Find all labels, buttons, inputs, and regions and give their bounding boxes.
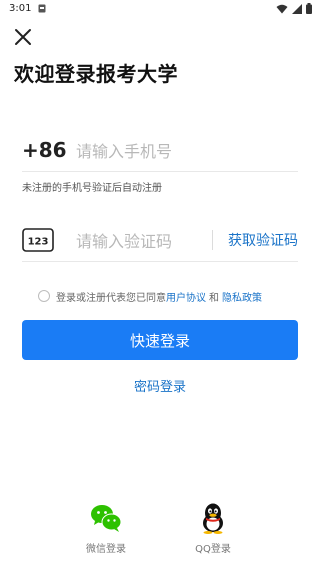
user-agreement-link[interactable]: 用户协议: [166, 289, 206, 304]
agreement-checkbox[interactable]: [38, 290, 50, 302]
notification-icon: [38, 4, 46, 13]
divider: [212, 230, 213, 250]
battery-icon: [306, 3, 312, 14]
agreement-text: 登录或注册代表您已同意: [56, 292, 166, 304]
status-bar: 3:01: [0, 0, 320, 18]
code-icon-text: 123: [28, 237, 49, 248]
phone-input[interactable]: [76, 136, 296, 166]
agreement-and-text: 和: [209, 292, 219, 304]
password-login-link[interactable]: 密码登录: [0, 376, 320, 395]
wifi-icon: [276, 4, 288, 13]
qq-login-button[interactable]: QQ登录: [178, 502, 248, 555]
code-row: 123 获取验证码: [22, 222, 298, 262]
qq-login-label: QQ登录: [195, 544, 231, 555]
agreement-row: 登录或注册代表您已同意 用户协议 和 隐私政策: [38, 288, 262, 304]
signal-icon: [292, 3, 302, 14]
status-time: 3:01: [9, 3, 32, 14]
qq-penguin-icon: [203, 503, 223, 534]
country-code[interactable]: +86: [22, 138, 67, 162]
123-keypad-icon: 123: [22, 228, 54, 252]
get-code-button[interactable]: 获取验证码: [228, 230, 298, 250]
close-icon[interactable]: [12, 26, 34, 48]
privacy-policy-link[interactable]: 隐私政策: [222, 289, 262, 304]
quick-login-button[interactable]: 快速登录: [22, 320, 298, 360]
page-title: 欢迎登录报考大学: [14, 62, 178, 86]
wechat-login-label: 微信登录: [86, 544, 126, 555]
wechat-icon: [91, 505, 122, 532]
wechat-login-button[interactable]: 微信登录: [71, 502, 141, 555]
status-icons: [276, 3, 312, 14]
phone-hint: 未注册的手机号验证后自动注册: [22, 183, 162, 194]
verification-code-input[interactable]: [76, 226, 204, 256]
phone-row: +86: [22, 134, 298, 172]
